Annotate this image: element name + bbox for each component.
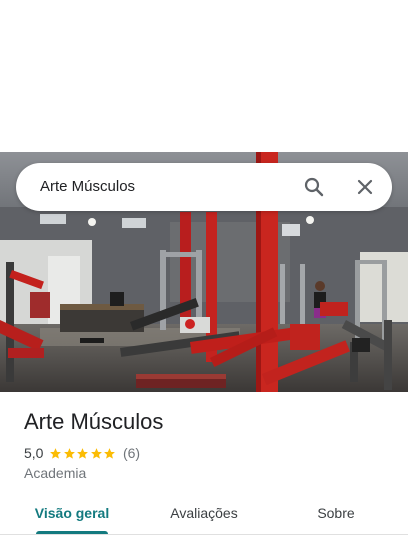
place-page: Arte Músculos Arte Músculos 5,0 (6) Acad… (0, 0, 408, 544)
search-input[interactable]: Arte Músculos (40, 163, 135, 211)
place-title: Arte Músculos (24, 409, 164, 434)
review-count[interactable]: (6) (123, 445, 140, 461)
tabs-divider (0, 534, 408, 535)
star-icon (50, 447, 62, 459)
search-icon[interactable] (302, 175, 326, 199)
star-icon (91, 447, 102, 459)
tab-reviews[interactable]: Avaliações (160, 494, 248, 534)
star-icon (77, 447, 89, 459)
star-icon (64, 447, 75, 459)
tab-overview[interactable]: Visão geral (28, 494, 116, 534)
close-icon[interactable] (353, 175, 377, 199)
place-category: Academia (24, 465, 87, 481)
rating-value: 5,0 (24, 445, 44, 461)
tab-bar: Visão geral Avaliações Sobre (0, 494, 408, 538)
rating-row[interactable]: 5,0 (6) (24, 443, 140, 463)
star-rating (49, 447, 117, 460)
search-bar[interactable]: Arte Músculos (16, 163, 392, 211)
star-icon (104, 447, 116, 459)
tab-about[interactable]: Sobre (292, 494, 380, 534)
